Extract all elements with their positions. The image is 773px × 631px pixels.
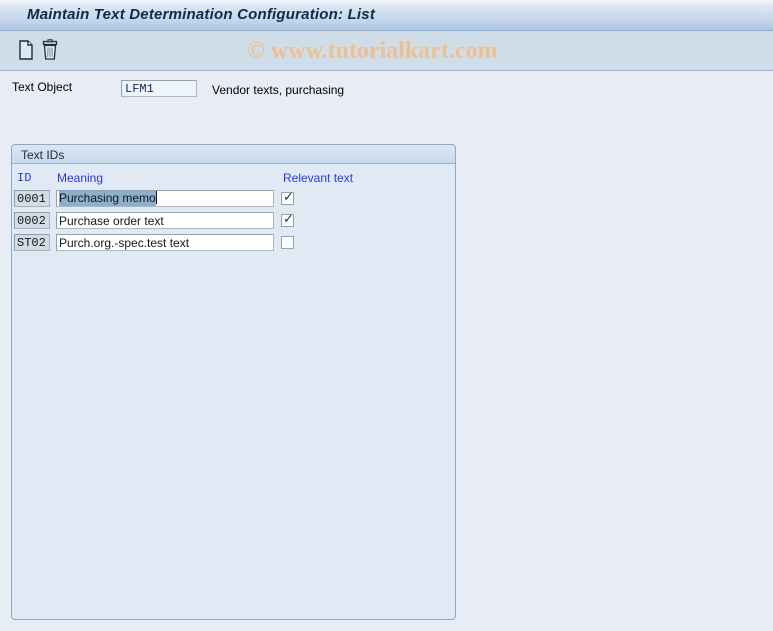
checkmark-icon: ✓ xyxy=(283,190,294,205)
column-header-meaning: Meaning xyxy=(57,171,104,185)
column-header-relevant-text: Relevant text xyxy=(283,171,354,185)
text-caret xyxy=(155,191,157,204)
text-object-label: Text Object xyxy=(12,80,73,94)
row-relevant-checkbox[interactable] xyxy=(281,236,294,249)
row-relevant-checkbox[interactable]: ✓ xyxy=(281,212,294,227)
header-form-area: Text Object xyxy=(0,71,773,105)
row-meaning-field[interactable] xyxy=(56,234,274,251)
row-meaning-text: Purchasing memo xyxy=(59,191,156,206)
row-id-field[interactable] xyxy=(14,234,50,251)
column-header-id: ID xyxy=(17,171,32,185)
delete-trash-icon[interactable] xyxy=(39,39,61,61)
row-relevant-checkbox[interactable]: ✓ xyxy=(281,190,294,205)
new-document-icon[interactable] xyxy=(15,39,37,61)
window-title-bar: Maintain Text Determination Configuratio… xyxy=(0,0,773,31)
text-object-description: Vendor texts, purchasing xyxy=(212,83,345,97)
text-object-input[interactable] xyxy=(121,80,197,97)
application-toolbar xyxy=(0,31,773,71)
page-title: Maintain Text Determination Configuratio… xyxy=(27,6,376,23)
table-row: Purchasing memo ✓ xyxy=(0,190,773,212)
text-ids-panel-title: Text IDs xyxy=(21,148,65,162)
table-row: ✓ xyxy=(0,212,773,234)
row-id-field[interactable] xyxy=(14,212,50,229)
row-meaning-field[interactable] xyxy=(56,212,274,229)
row-id-field[interactable] xyxy=(14,190,50,207)
text-ids-panel-header: Text IDs xyxy=(12,145,455,164)
row-meaning-field[interactable]: Purchasing memo xyxy=(56,190,274,207)
table-row xyxy=(0,234,773,256)
checkmark-icon: ✓ xyxy=(283,212,294,227)
